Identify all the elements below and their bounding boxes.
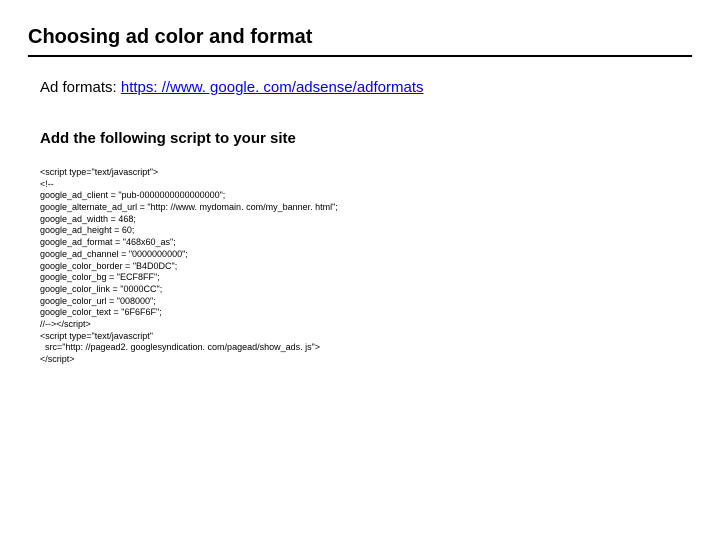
adformats-line: Ad formats: https: //www. google. com/ad… [40,79,692,96]
page-title: Choosing ad color and format [28,26,692,49]
title-rule [28,55,692,57]
adformats-link[interactable]: https: //www. google. com/adsense/adform… [121,79,424,96]
adformats-label: Ad formats: [40,79,121,96]
slide: Choosing ad color and format Ad formats:… [0,0,720,386]
add-script-heading: Add the following script to your site [40,130,692,147]
code-block: <script type="text/javascript"> <!-- goo… [40,167,692,366]
